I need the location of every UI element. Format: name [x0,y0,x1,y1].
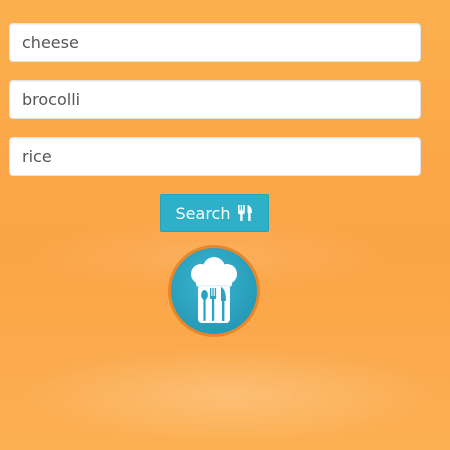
chef-logo [166,243,262,339]
search-button[interactable]: Search [160,194,269,232]
chef-hat-cutlery-icon [168,245,260,337]
ingredient-input-3[interactable] [9,137,421,176]
search-button-label: Search [175,203,231,223]
cutlery-icon [237,204,253,222]
ingredient-input-1[interactable] [9,23,421,62]
ingredient-input-2[interactable] [9,80,421,119]
